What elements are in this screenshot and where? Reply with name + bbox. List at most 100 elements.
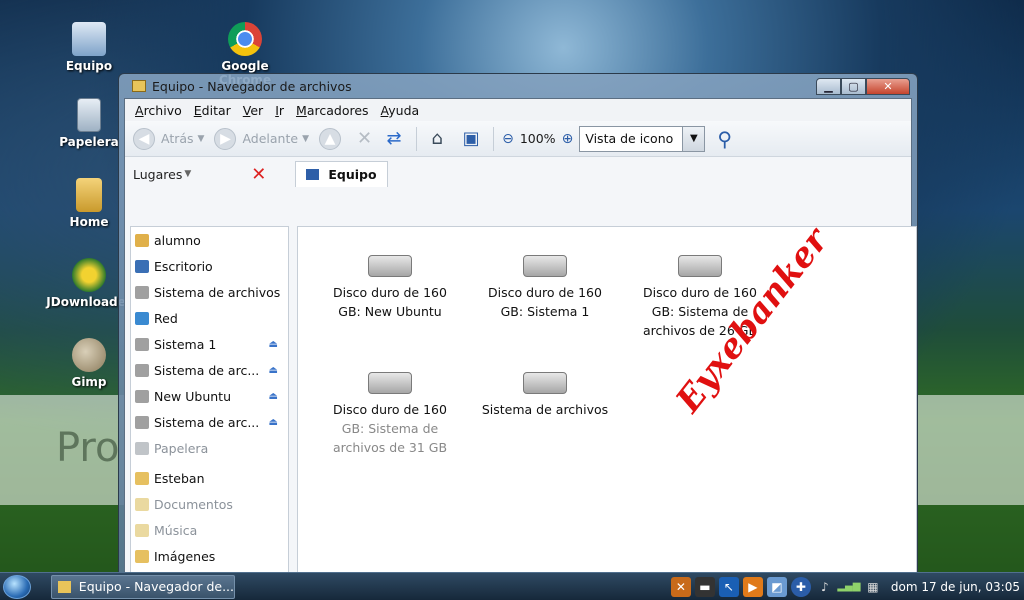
up-button[interactable]: ▲ bbox=[319, 127, 347, 150]
sidebar-item[interactable]: alumno bbox=[131, 227, 288, 253]
sidebar-item[interactable]: Imágenes bbox=[131, 543, 288, 569]
drive-label: Disco duro de 160 bbox=[333, 285, 447, 300]
drive-icon bbox=[135, 285, 149, 299]
clock[interactable]: dom 17 de jun, 03:05 bbox=[891, 580, 1020, 594]
sidebar-item[interactable]: Sistema de arc... ⏏ bbox=[131, 357, 288, 383]
start-button[interactable] bbox=[3, 574, 31, 599]
window-title: Equipo - Navegador de archivos bbox=[152, 78, 352, 94]
gimp-icon bbox=[72, 338, 106, 372]
sidebar-item[interactable]: Sistema de arc... ⏏ bbox=[131, 409, 288, 435]
menu-marcadores[interactable]: Marcadores bbox=[296, 103, 369, 118]
places-selector[interactable]: Lugares ▼ ✕ bbox=[125, 164, 285, 185]
sidebar-item[interactable]: New Ubuntu ⏏ bbox=[131, 383, 288, 409]
window-client-area: Archivo Editar Ver Ir Marcadores Ayuda ◀… bbox=[124, 98, 917, 573]
window-list-icon[interactable]: ▬ bbox=[694, 576, 715, 597]
signal-strength-icon[interactable]: ▂▄▆ bbox=[837, 577, 860, 597]
menu-ir[interactable]: Ir bbox=[275, 103, 284, 118]
eject-icon[interactable]: ⏏ bbox=[269, 365, 278, 376]
sidebar-item[interactable]: Música bbox=[131, 517, 288, 543]
sidebar-item[interactable]: Sistema de archivos bbox=[131, 279, 288, 305]
pictures-folder-icon bbox=[135, 549, 149, 563]
menu-ver[interactable]: Ver bbox=[243, 103, 263, 118]
hard-drive-icon bbox=[368, 372, 412, 394]
path-button-equipo[interactable]: Equipo bbox=[295, 161, 388, 187]
network-icon bbox=[135, 311, 149, 325]
close-button[interactable]: ✕ bbox=[866, 77, 910, 95]
pointer-icon[interactable]: ↖ bbox=[718, 576, 739, 597]
drive-label: GB: New Ubuntu bbox=[338, 304, 442, 319]
drive-item[interactable]: Sistema de archivos bbox=[475, 372, 615, 419]
reload-button[interactable]: ⇄ bbox=[382, 127, 406, 151]
chrome-icon bbox=[228, 22, 262, 56]
folder-icon bbox=[132, 80, 146, 92]
sidebar-item[interactable]: Red bbox=[131, 305, 288, 331]
eject-icon[interactable]: ⏏ bbox=[269, 417, 278, 428]
close-icon[interactable]: ✕ bbox=[251, 164, 266, 185]
taskbar-item-equipo[interactable]: Equipo - Navegador de... bbox=[51, 574, 235, 599]
minimize-button[interactable]: ▁ bbox=[816, 77, 841, 95]
sidebar-item[interactable]: Escritorio bbox=[131, 253, 288, 279]
drive-item[interactable]: Disco duro de 160 GB: Sistema 1 bbox=[475, 255, 615, 321]
zoom-in-icon[interactable]: ⊕ bbox=[562, 131, 574, 147]
media-player-icon[interactable]: ▶ bbox=[742, 576, 763, 597]
stop-button[interactable]: ✕ bbox=[357, 128, 372, 149]
sidebar-item[interactable]: Documentos bbox=[131, 491, 288, 517]
folder-icon bbox=[135, 523, 149, 537]
zoom-level[interactable]: 100% bbox=[520, 131, 556, 146]
volume-icon[interactable]: ♪ bbox=[815, 577, 835, 597]
sidebar-item[interactable]: Esteban bbox=[131, 465, 288, 491]
eject-icon[interactable]: ⏏ bbox=[269, 339, 278, 350]
sidebar-item-label: Sistema de archivos bbox=[154, 284, 281, 300]
forward-button[interactable]: ▶ Adelante ▼ bbox=[214, 127, 309, 150]
computer-icon bbox=[72, 22, 106, 56]
desktop-icon-label: Papelera bbox=[59, 135, 119, 149]
home-icon: ⌂ bbox=[431, 128, 443, 149]
menu-ayuda[interactable]: Ayuda bbox=[381, 103, 420, 118]
drive-item[interactable]: Disco duro de 160 GB: New Ubuntu bbox=[320, 255, 460, 321]
back-button[interactable]: ◀ Atrás ▼ bbox=[133, 127, 205, 150]
path-current: Equipo bbox=[328, 167, 377, 182]
sidebar-item-label: Papelera bbox=[154, 440, 209, 456]
xampp-icon[interactable]: ✕ bbox=[670, 576, 691, 597]
home-folder-icon bbox=[76, 178, 102, 212]
drive-label: GB: Sistema de bbox=[341, 421, 439, 436]
computer-button[interactable]: ▣ bbox=[459, 127, 483, 151]
home-button[interactable]: ⌂ bbox=[425, 127, 449, 151]
network-manager-icon[interactable]: ✚ bbox=[790, 576, 811, 597]
user-home-icon bbox=[135, 233, 149, 247]
sidebar-item-label: alumno bbox=[154, 232, 201, 248]
window-titlebar[interactable]: Equipo - Navegador de archivos ▁ ▢ ✕ bbox=[124, 74, 912, 98]
file-manager-window: Equipo - Navegador de archivos ▁ ▢ ✕ Arc… bbox=[118, 73, 918, 573]
drive-label: Disco duro de 160 bbox=[488, 285, 602, 300]
desktop-icon-equipo[interactable]: Equipo bbox=[44, 22, 134, 73]
sidebar-item-label: Escritorio bbox=[154, 258, 213, 274]
calendar-icon[interactable]: ▦ bbox=[863, 577, 883, 597]
chevron-down-icon[interactable]: ▼ bbox=[682, 126, 705, 151]
sidebar-item-label: Sistema de arc... bbox=[154, 414, 260, 430]
taskbar: Equipo - Navegador de... ✕ ▬ ↖ ▶ ◩ ✚ ♪ ▂… bbox=[0, 572, 1024, 600]
back-label: Atrás bbox=[161, 131, 194, 146]
drive-item[interactable]: Disco duro de 160 GB: Sistema de archivos … bbox=[320, 372, 460, 457]
folder-icon bbox=[58, 580, 71, 593]
sidebar-item-label: Red bbox=[154, 310, 178, 326]
sidebar-item[interactable]: Papelera bbox=[131, 435, 288, 461]
chevron-down-icon[interactable]: ▼ bbox=[302, 134, 309, 144]
chevron-down-icon: ▼ bbox=[184, 169, 192, 179]
places-label: Lugares bbox=[133, 166, 183, 182]
image-viewer-icon[interactable]: ◩ bbox=[766, 576, 787, 597]
hard-drive-icon bbox=[523, 372, 567, 394]
folder-icon bbox=[135, 471, 149, 485]
chevron-down-icon[interactable]: ▼ bbox=[198, 134, 205, 144]
trash-icon bbox=[135, 441, 149, 455]
search-icon[interactable]: ⚲ bbox=[717, 127, 732, 151]
desktop-icon bbox=[135, 259, 149, 273]
menu-editar[interactable]: Editar bbox=[194, 103, 231, 118]
eject-icon[interactable]: ⏏ bbox=[269, 391, 278, 402]
view-mode-select[interactable]: Vista de icono ▼ bbox=[579, 125, 706, 152]
menu-archivo[interactable]: Archivo bbox=[135, 103, 182, 118]
drive-icon bbox=[135, 389, 149, 403]
sidebar-item[interactable]: Sistema 1 ⏏ bbox=[131, 331, 288, 357]
drive-label: Sistema de archivos bbox=[481, 402, 609, 417]
zoom-out-icon[interactable]: ⊖ bbox=[502, 131, 514, 147]
maximize-button[interactable]: ▢ bbox=[841, 77, 866, 95]
